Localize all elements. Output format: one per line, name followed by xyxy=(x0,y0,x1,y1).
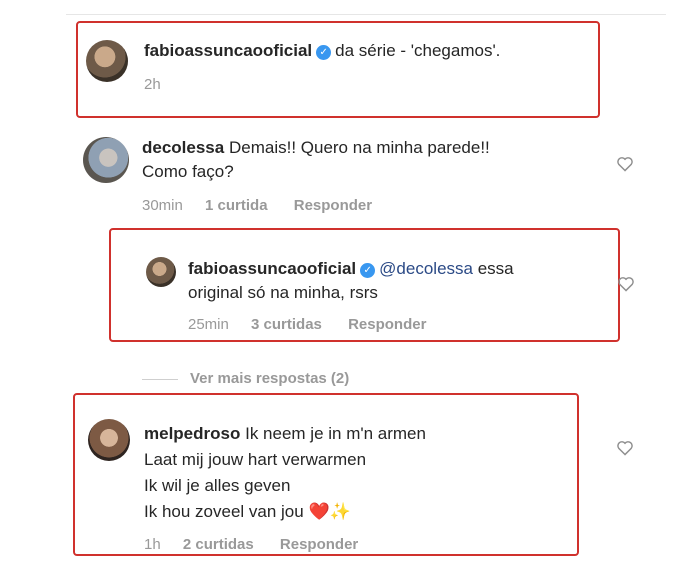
mention-link[interactable]: @decolessa xyxy=(379,259,473,278)
comment-body: da série - 'chegamos'. xyxy=(335,41,501,60)
heart-outline-icon[interactable] xyxy=(616,440,634,456)
comment-body: essa xyxy=(477,259,514,278)
verified-badge-icon: ✓ xyxy=(360,263,376,278)
view-more-replies-label[interactable]: Ver mais respostas (2) xyxy=(190,370,349,387)
comment-body-line: Ik wil je alles geven xyxy=(144,476,291,495)
avatar[interactable] xyxy=(88,419,130,461)
username-link[interactable]: melpedroso xyxy=(144,424,240,443)
heart-outline-icon[interactable] xyxy=(617,276,635,292)
likes-count[interactable]: 1 curtida xyxy=(205,197,268,214)
comment-text: decolessa Demais!! Quero na minha parede… xyxy=(142,137,490,159)
comment-body-line: Ik hou zoveel van jou ❤️✨ xyxy=(144,501,351,523)
avatar[interactable] xyxy=(146,257,176,287)
divider xyxy=(142,379,178,380)
avatar[interactable] xyxy=(86,40,128,82)
username-link[interactable]: fabioassuncaooficial xyxy=(188,259,356,278)
reply-button[interactable]: Responder xyxy=(348,316,426,333)
comment-body: Ik hou zoveel van jou xyxy=(144,502,304,521)
comment-time: 2h xyxy=(144,76,161,93)
divider xyxy=(66,14,666,15)
comment-body: Ik neem je in m'n armen xyxy=(245,424,426,443)
comment-body: Demais!! Quero na minha parede!! xyxy=(228,138,490,157)
likes-count[interactable]: 2 curtidas xyxy=(183,536,254,553)
comment-body-line: Laat mij jouw hart verwarmen xyxy=(144,450,367,469)
comment-body-line: original só na minha, rsrs xyxy=(188,283,378,302)
username-link[interactable]: decolessa xyxy=(142,138,224,157)
comment-time: 1h xyxy=(144,536,161,553)
comment-text: melpedroso Ik neem je in m'n armen xyxy=(144,423,426,445)
highlight-box-caption xyxy=(76,21,600,118)
comment-meta: 25min 3 curtidas Responder xyxy=(188,316,426,333)
comment-text: fabioassuncaooficial ✓ da série - 'chegamo… xyxy=(144,40,500,62)
verified-badge-icon: ✓ xyxy=(316,45,332,60)
comment-time: 30min xyxy=(142,197,183,214)
comment-body-line: Como faço? xyxy=(142,162,234,181)
comment-meta: 30min 1 curtida Responder xyxy=(142,197,372,214)
avatar[interactable] xyxy=(83,137,129,183)
comment-meta: 1h 2 curtidas Responder xyxy=(144,536,358,553)
likes-count[interactable]: 3 curtidas xyxy=(251,316,322,333)
reply-button[interactable]: Responder xyxy=(294,197,372,214)
username-link[interactable]: fabioassuncaooficial xyxy=(144,41,312,60)
comment-time: 25min xyxy=(188,316,229,333)
heart-sparkles-emoji: ❤️✨ xyxy=(308,502,351,521)
heart-outline-icon[interactable] xyxy=(616,156,634,172)
comment-text: fabioassuncaooficial ✓ @decolessa essa xyxy=(188,258,514,280)
reply-button[interactable]: Responder xyxy=(280,536,358,553)
